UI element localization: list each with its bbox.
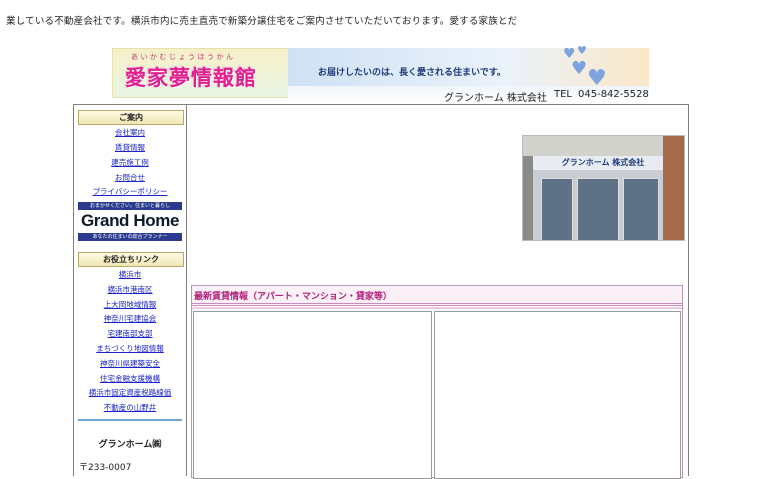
company-name-header: グランホーム 株式会社 [444,93,547,104]
tel-label: TEL [554,89,572,100]
sidebar-link-company[interactable]: 会社案内 [74,127,186,138]
rental-header: 最新賃貸情報（アパート・マンション・貸家等） [192,286,682,306]
content-frame: ご案内 会社案内 賃貸情報 建売施工例 お問合せ プライバシーポリシー おまかせ… [73,104,689,479]
sidebar-link-yamanoi[interactable]: 不動産の山野井 [74,402,186,413]
site-logo[interactable]: あいかむじょうほうかん 愛家夢情報館 [112,48,290,98]
logo-top-text: おまかせください。住まいと暮らし [78,202,182,210]
grand-home-logo[interactable]: おまかせください。住まいと暮らし Grand Home あなたの住まいの総合プラ… [78,202,182,242]
useful-links-heading: お役立ちリンク [78,252,184,267]
sidebar-link-yokohama[interactable]: 横浜市 [74,269,186,280]
photo-window [541,178,573,240]
photo-door [577,178,619,240]
sidebar-company-name: グランホーム㈱ [98,440,162,450]
sidebar-link-kanagawa-takken[interactable]: 神奈川宅建協会 [74,313,186,324]
photo-brick-wall [663,136,684,240]
main-content: グランホーム 株式会社 最新賃貸情報（アパート・マンション・貸家等） [187,105,688,479]
rental-listing-cell [434,311,681,479]
sidebar-divider [78,419,182,421]
sidebar-link-town-map[interactable]: まちづくり地図情報 [74,343,186,354]
rental-listing-cell [193,311,432,479]
sidebar-link-building-safety[interactable]: 神奈川県建築安全 [74,358,186,369]
office-photo: グランホーム 株式会社 [522,135,685,241]
tel-number: 045-842-5528 [578,89,649,100]
sidebar: ご案内 会社案内 賃貸情報 建売施工例 お問合せ プライバシーポリシー おまかせ… [74,105,187,476]
photo-shop-sign: グランホーム 株式会社 [533,156,673,170]
company-contact: グランホーム 株式会社 TEL 045-842-5528 [288,86,649,104]
logo-sub-text: あなたの住まいの総合プランナー [78,233,182,241]
hearts-icon: ♥ ♥ ♥ ♥ [563,44,607,91]
rental-divider [192,307,682,309]
sidebar-link-takken-south[interactable]: 宅建南部支部 [74,328,186,339]
logo-title: 愛家夢情報館 [125,65,257,90]
logo-name: Grand Home [80,211,180,230]
rental-title: 最新賃貸情報（アパート・マンション・貸家等） [194,292,392,302]
sidebar-link-kamiooka[interactable]: 上大岡地域情報 [74,299,186,310]
tagline-text: お届けしたいのは、長く愛される住まいです。 [318,68,506,78]
sidebar-link-contact[interactable]: お問合せ [74,172,186,183]
sidebar-link-konan[interactable]: 横浜市港南区 [74,284,186,295]
photo-shopfront [533,170,663,240]
guide-heading: ご案内 [78,110,184,125]
sidebar-link-built-homes[interactable]: 建売施工例 [74,157,186,168]
sidebar-link-rental[interactable]: 賃貸情報 [74,142,186,153]
sidebar-link-housing-finance[interactable]: 住宅金融支援機構 [74,373,186,384]
rental-info-section: 最新賃貸情報（アパート・マンション・貸家等） [191,285,683,479]
tagline-panel: お届けしたいのは、長く愛される住まいです。 ♥ ♥ ♥ ♥ [288,44,649,91]
photo-upper-wall [523,136,684,156]
photo-window [623,178,659,240]
postal-code: 〒233-0007 [79,463,132,473]
scrolling-marquee-text: 業している不動産会社です。横浜市内に売主直売で新築分譲住宅をご案内させていただい… [6,16,518,27]
sidebar-link-property-tax[interactable]: 横浜市固定資産税路線価 [74,387,186,398]
header-banner: あいかむじょうほうかん 愛家夢情報館 お届けしたいのは、長く愛される住まいです。… [112,44,649,104]
sidebar-link-privacy[interactable]: プライバシーポリシー [74,186,186,197]
logo-furigana: あいかむじょうほうかん [131,53,236,61]
